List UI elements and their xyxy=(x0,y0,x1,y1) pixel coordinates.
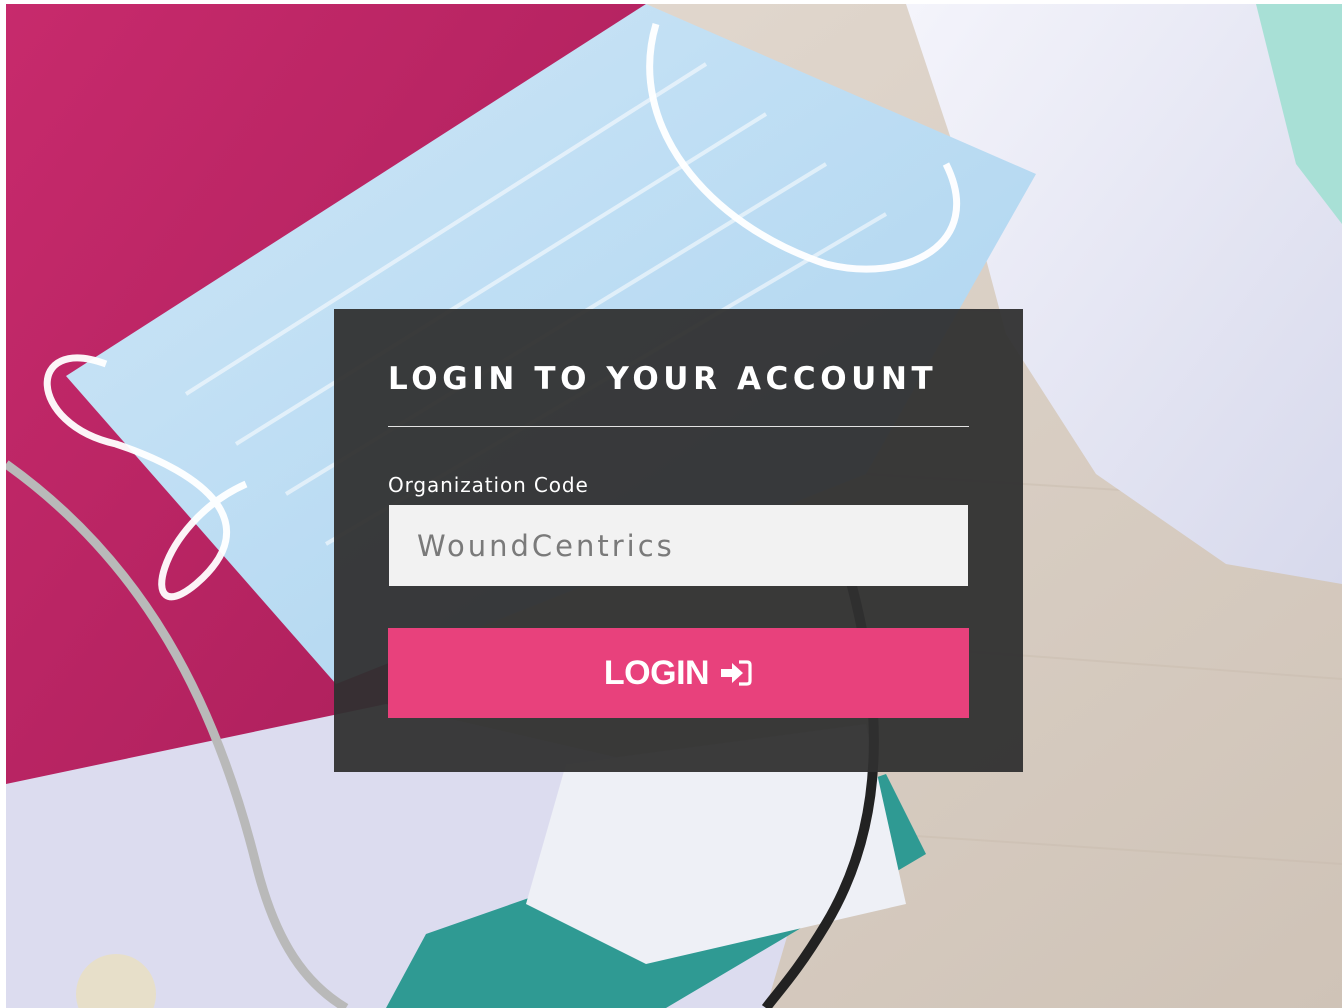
sign-in-icon xyxy=(719,658,753,688)
login-button-label: LOGIN xyxy=(603,653,710,692)
organization-code-label: Organization Code xyxy=(388,473,589,497)
login-title: LOGIN TO YOUR ACCOUNT xyxy=(388,361,938,397)
organization-code-input[interactable] xyxy=(389,505,968,586)
login-panel: LOGIN TO YOUR ACCOUNT Organization Code … xyxy=(334,309,1023,772)
login-button[interactable]: LOGIN xyxy=(388,628,969,718)
title-divider xyxy=(388,426,969,427)
